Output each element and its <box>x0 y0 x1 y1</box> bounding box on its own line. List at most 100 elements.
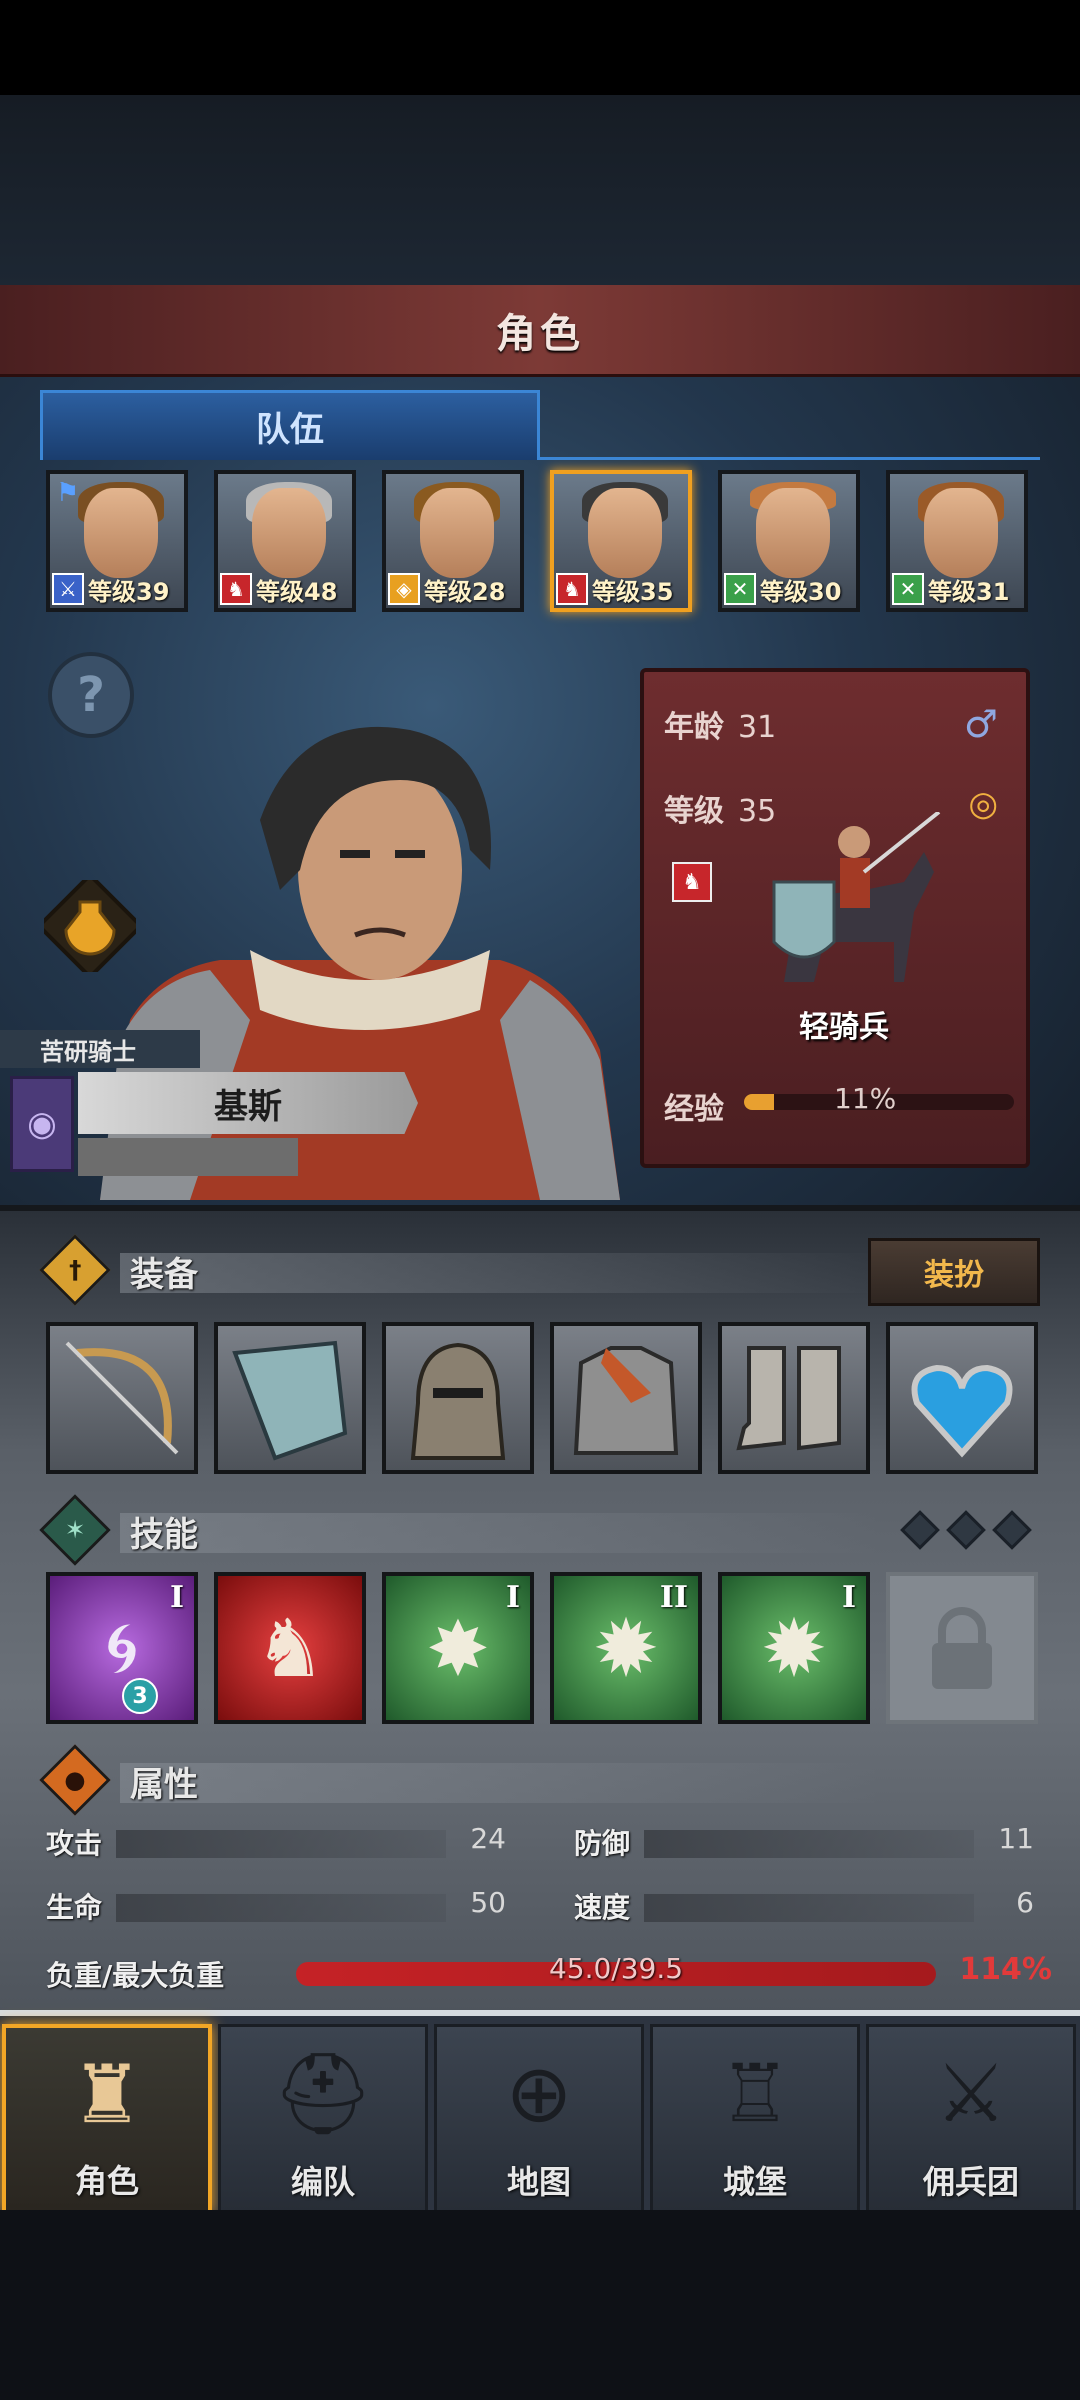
helmet-group-icon: ⛑ <box>272 2047 374 2140</box>
equipment-title: 装备 <box>130 1255 198 1295</box>
hero-name: 基斯 <box>214 1086 282 1127</box>
crest-icon: ◉ <box>10 1076 74 1172</box>
nav-label: 角色 <box>74 2162 139 2200</box>
amulet-icon <box>911 1364 1013 1458</box>
skill-rank: I <box>841 1580 856 1615</box>
tab-row: 队伍 <box>40 390 1040 460</box>
ring-icon[interactable]: ◎ <box>968 784 998 824</box>
dagger-icon: † <box>39 1234 111 1306</box>
bottom-spacer <box>0 2210 1080 2400</box>
boots-icon <box>736 1346 841 1451</box>
roster-hero-1[interactable]: ⚑ ⚔ 等级39 <box>46 470 188 612</box>
hero-level: ✕ 等级30 <box>724 572 856 606</box>
skill-slot-5[interactable]: ✹ I <box>718 1572 870 1724</box>
hero-level: ⚔ 等级39 <box>52 572 184 606</box>
bow-icon <box>65 1341 179 1455</box>
star-icon: ✶ <box>39 1494 111 1566</box>
roster-hero-6[interactable]: ✕ 等级31 <box>886 470 1028 612</box>
roster-hero-2[interactable]: ♞ 等级48 <box>214 470 356 612</box>
diamond-icon <box>992 1510 1032 1550</box>
status-bar <box>0 0 1080 95</box>
horse-charge-icon: ♞ <box>254 1601 326 1695</box>
attr-label: 速度 <box>574 1891 631 1924</box>
armor-icon <box>573 1346 679 1455</box>
bottom-nav: ♜ 角色 ⛑ 编队 ⊕ 地图 ♖ 城堡 ⚔ 佣兵团 <box>0 2010 1080 2214</box>
hero-level: ✕ 等级31 <box>892 572 1024 606</box>
exp-bar-fill <box>744 1094 774 1110</box>
equip-slot-helmet[interactable] <box>382 1322 534 1474</box>
hero-level: ♞ 等级35 <box>556 572 688 606</box>
nav-label: 佣兵团 <box>922 2163 1019 2201</box>
burst-icon: ✹ <box>760 1601 828 1695</box>
skills-header: ✶ 技能 <box>39 1494 1040 1566</box>
hero-portrait <box>252 488 326 578</box>
attr-track <box>644 1894 974 1922</box>
nav-mercenaries[interactable]: ⚔ 佣兵团 <box>866 2024 1076 2214</box>
attr-label: 生命 <box>46 1891 103 1924</box>
burst-icon: ✹ <box>592 1601 660 1695</box>
hero-info-panel: 年龄 31 ♂ 等级 35 ◎ ♞ 轻骑兵 经验 11% <box>640 668 1030 1168</box>
equip-slot-boots[interactable] <box>718 1322 870 1474</box>
load-percent: 114% <box>959 1952 1052 1987</box>
roster-hero-3[interactable]: ◈ 等级28 <box>382 470 524 612</box>
age-label: 年龄 <box>664 710 724 745</box>
flag-icon: ⚑ <box>56 478 80 508</box>
hero-portrait <box>756 488 830 578</box>
hero-level: ◈ 等级28 <box>388 572 520 606</box>
equip-slot-armor[interactable] <box>550 1322 702 1474</box>
attributes-title: 属性 <box>130 1765 198 1805</box>
load-label: 负重/最大负重 <box>46 1959 225 1992</box>
nav-castle[interactable]: ♖ 城堡 <box>650 2024 860 2214</box>
person-icon: ● <box>39 1744 111 1816</box>
roster-hero-4[interactable]: ♞ 等级35 <box>550 470 692 612</box>
attr-speed: 速度 6 <box>574 1886 1034 1926</box>
skill-slot-locked[interactable] <box>886 1572 1038 1724</box>
attr-value: 11 <box>998 1822 1034 1855</box>
dress-up-button[interactable]: 装扮 <box>868 1238 1040 1306</box>
skill-slots: 🌀︎ I 3 ♞ ✸ I ✹ II ✹ I <box>46 1572 1046 1728</box>
exp-label: 经验 <box>664 1092 724 1127</box>
nav-formation[interactable]: ⛑ 编队 <box>218 2024 428 2214</box>
lock-icon <box>932 1607 992 1689</box>
skill-slot-4[interactable]: ✹ II <box>550 1572 702 1724</box>
tab-team[interactable]: 队伍 <box>40 390 540 460</box>
equip-slot-shield[interactable] <box>214 1322 366 1474</box>
skill-rank: II <box>659 1580 688 1615</box>
attr-defense: 防御 11 <box>574 1822 1034 1862</box>
class-name: 轻骑兵 <box>799 1010 889 1045</box>
shield-icon: ◈ <box>388 573 420 605</box>
equip-slot-amulet[interactable] <box>886 1322 1038 1474</box>
hero-nameplate: 苦研骑士 ◉ 基斯 <box>0 1030 420 1180</box>
nav-character[interactable]: ♜ 角色 <box>2 2024 212 2214</box>
skill-slot-1[interactable]: 🌀︎ I 3 <box>46 1572 198 1724</box>
nav-label: 地图 <box>506 2163 571 2201</box>
skill-slot-3[interactable]: ✸ I <box>382 1572 534 1724</box>
banner-sword-icon: ⚔ <box>935 2047 1007 2140</box>
skill-slot-2[interactable]: ♞ <box>214 1572 366 1724</box>
nav-label: 编队 <box>290 2163 355 2201</box>
hero-name-box[interactable]: 基斯 <box>78 1072 418 1134</box>
attr-label: 攻击 <box>46 1827 103 1860</box>
nav-map[interactable]: ⊕ 地图 <box>434 2024 644 2214</box>
equipment-slots <box>46 1322 1046 1478</box>
hero-title: 苦研骑士 <box>40 1037 136 1066</box>
skill-points <box>900 1510 1040 1550</box>
level-label: 等级39 <box>88 577 170 606</box>
skill-rank: I <box>505 1580 520 1615</box>
helmet-icon <box>410 1342 506 1460</box>
skill-stack-badge: 3 <box>122 1678 158 1714</box>
page-title: 角色 <box>496 310 584 357</box>
level-label: 等级35 <box>592 577 674 606</box>
attr-load: 负重/最大负重 45.0/39.5 114% <box>46 1952 1052 1996</box>
equip-slot-bow[interactable] <box>46 1322 198 1474</box>
tornado-icon: 🌀︎ <box>105 1606 139 1689</box>
attributes-header: ● 属性 <box>39 1744 1040 1816</box>
level-label: 等级 <box>664 794 724 829</box>
attr-value: 24 <box>470 1822 506 1855</box>
attr-hp: 生命 50 <box>46 1886 506 1926</box>
top-dark-strip <box>0 95 1080 285</box>
page-title-bar: 角色 <box>0 285 1080 377</box>
level-label: 等级31 <box>928 577 1010 606</box>
dress-up-label: 装扮 <box>924 1258 984 1293</box>
roster-hero-5[interactable]: ✕ 等级30 <box>718 470 860 612</box>
